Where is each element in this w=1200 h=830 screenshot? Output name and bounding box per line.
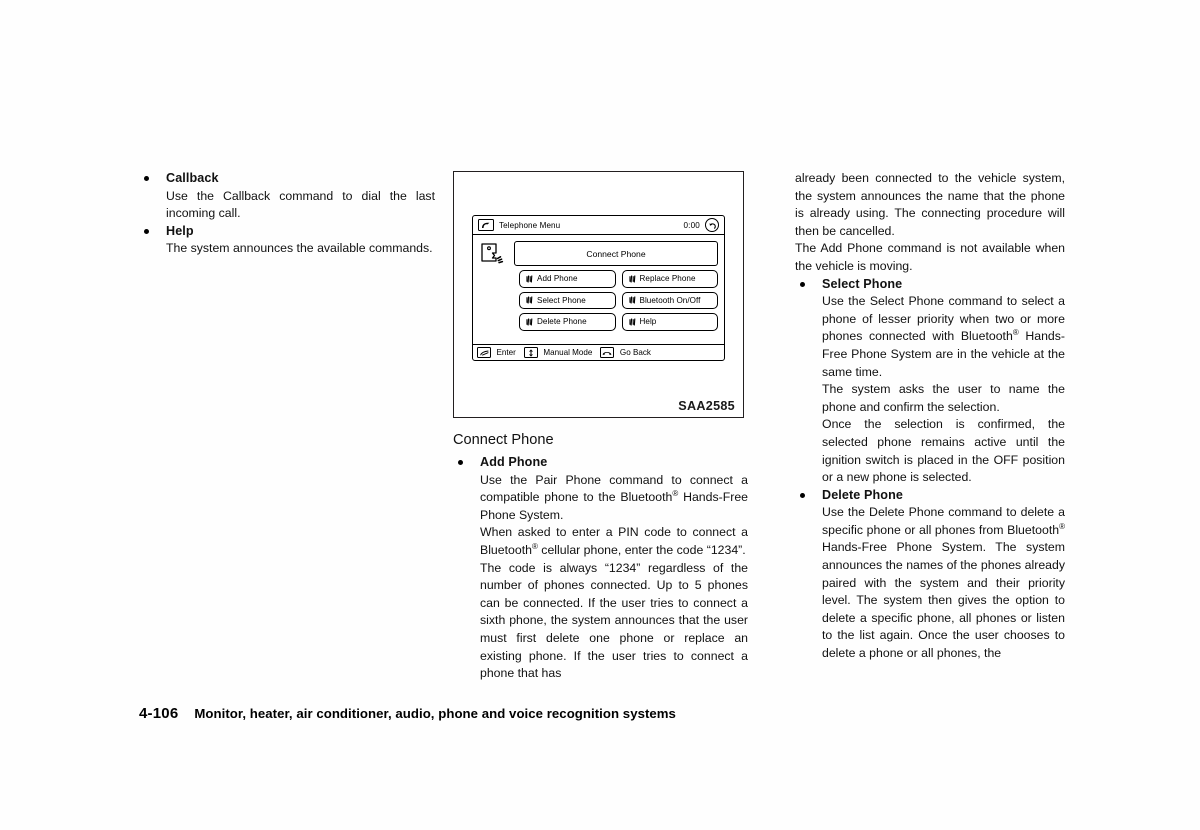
screen-button-label: Help <box>639 317 657 327</box>
left-column: Callback Use the Callback command to dia… <box>139 170 435 258</box>
voice-wave-icon <box>526 318 534 326</box>
section-heading: Connect Phone <box>453 432 554 448</box>
voice-wave-icon <box>526 296 534 304</box>
enter-key-icon <box>477 347 491 358</box>
bullet-dot <box>800 492 805 498</box>
screen-footer: Enter Manual Mode Go Back <box>473 344 724 360</box>
screen-button-label: Replace Phone <box>639 274 696 284</box>
page-number: 4-106 <box>139 705 179 722</box>
paragraph: Use the Pair Phone command to connect a … <box>480 472 748 522</box>
paragraph: Once the selection is confirmed, the sel… <box>822 417 1065 485</box>
list-item: Callback <box>139 170 435 188</box>
connect-phone-label: Connect Phone <box>586 248 646 259</box>
screen-button-label: Select Phone <box>537 295 586 305</box>
list-item: Delete Phone <box>795 487 1065 505</box>
entry-body: The system announces the available comma… <box>139 240 435 258</box>
screen-button-bluetooth-on-off[interactable]: Bluetooth On/Off <box>621 291 718 309</box>
paragraph: The system announces the available comma… <box>166 241 433 256</box>
entry-body: Use the Delete Phone command to delete a… <box>795 504 1065 662</box>
bullet-dot <box>144 228 149 234</box>
registered-mark: ® <box>672 489 679 499</box>
figure: Telephone Menu 0:00 Connect Phone Add Ph… <box>453 171 744 418</box>
screen-title: Telephone Menu <box>499 220 561 230</box>
entry-title: Add Phone <box>480 455 548 469</box>
page-footer: 4-106 Monitor, heater, air conditioner, … <box>139 705 676 722</box>
paragraph: The code is always “1234” regardless of … <box>480 560 748 681</box>
right-column: already been connected to the vehicle sy… <box>795 170 1065 663</box>
nav-screen-mock: Telephone Menu 0:00 Connect Phone Add Ph… <box>472 215 725 361</box>
paragraph: Use the Delete Phone command to delete a… <box>822 505 1065 661</box>
voice-wave-icon <box>628 318 637 326</box>
entry-title: Help <box>166 223 194 238</box>
middle-column: Connect Phone Add Phone Use the Pair Pho… <box>453 430 748 683</box>
list-item: Help <box>139 223 435 241</box>
voice-wave-icon <box>628 275 637 283</box>
screen-button-replace-phone[interactable]: Replace Phone <box>621 270 718 288</box>
screen-header: Telephone Menu 0:00 <box>473 216 724 235</box>
registered-mark: ® <box>1059 521 1065 531</box>
bullet-dot <box>458 460 463 465</box>
screen-button-delete-phone[interactable]: Delete Phone <box>519 313 616 331</box>
entry-body: Use the Select Phone command to select a… <box>795 293 1065 487</box>
back-arrow-icon[interactable] <box>705 218 719 232</box>
manual-mode-label: Manual Mode <box>543 348 593 357</box>
paragraph: Use the Select Phone command to select a… <box>822 294 1066 379</box>
enter-label: Enter <box>496 348 516 357</box>
paragraph: When asked to enter a PIN code to connec… <box>480 525 748 557</box>
paragraph: Use the Callback command to dial the las… <box>166 188 435 221</box>
entry-title: Select Phone <box>822 276 903 291</box>
bullet-dot <box>800 281 805 287</box>
list-item: Select Phone <box>795 276 1065 294</box>
list-item: Add Phone <box>453 454 748 472</box>
screen-button-help[interactable]: Help <box>621 313 718 331</box>
registered-mark: ® <box>1012 328 1019 338</box>
screen-clock: 0:00 <box>683 220 700 230</box>
entry-title: Callback <box>166 171 219 185</box>
voice-speaking-face-icon <box>479 242 505 268</box>
screen-button-label: Bluetooth On/Off <box>639 295 701 305</box>
screen-button-select-phone[interactable]: Select Phone <box>519 291 616 309</box>
bullet-dot <box>144 176 149 181</box>
registered-mark: ® <box>531 541 538 551</box>
entry-title: Delete Phone <box>822 487 903 502</box>
paragraph: The Add Phone command is not available w… <box>795 241 1065 273</box>
entry-body: Use the Pair Phone command to connect a … <box>453 472 748 683</box>
hangup-key-icon <box>600 347 615 358</box>
screen-button-grid: Add Phone Replace Phone Select Phone Blu… <box>519 270 718 331</box>
screen-body: Connect Phone Add Phone Replace Phone Se… <box>473 235 724 347</box>
paragraph: The system asks the user to name the pho… <box>822 382 1065 414</box>
phone-icon <box>478 219 494 231</box>
figure-code: SAA2585 <box>678 399 735 413</box>
manual-page: Callback Use the Callback command to dia… <box>0 0 1200 830</box>
screen-button-label: Delete Phone <box>537 317 587 327</box>
screen-button-add-phone[interactable]: Add Phone <box>519 270 616 288</box>
updown-key-icon <box>523 347 538 358</box>
entry-body: Use the Callback command to dial the las… <box>139 188 435 223</box>
screen-button-label: Add Phone <box>537 274 578 284</box>
voice-wave-icon <box>526 275 534 283</box>
footer-chapter-title: Monitor, heater, air conditioner, audio,… <box>194 706 676 721</box>
connect-phone-field[interactable]: Connect Phone <box>514 241 718 266</box>
voice-wave-icon <box>628 296 637 304</box>
paragraph: already been connected to the vehicle sy… <box>795 171 1065 238</box>
go-back-label: Go Back <box>619 348 651 357</box>
